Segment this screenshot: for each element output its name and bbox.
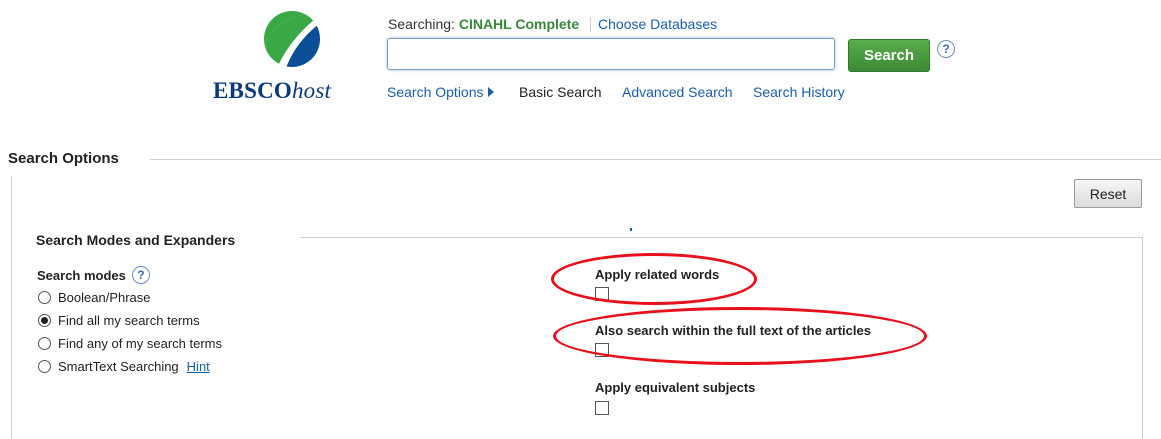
nav-search-history[interactable]: Search History bbox=[753, 84, 845, 100]
help-icon[interactable]: ? bbox=[937, 40, 955, 58]
apply-equivalent-subjects-label: Apply equivalent subjects bbox=[595, 380, 756, 395]
subsection-divider bbox=[300, 237, 1142, 238]
radio-button[interactable] bbox=[38, 291, 51, 304]
divider bbox=[590, 17, 592, 32]
nav-basic-search[interactable]: Basic Search bbox=[519, 84, 601, 100]
mode-find-all-terms[interactable]: Find all my search terms bbox=[38, 313, 200, 328]
apply-related-words-checkbox[interactable] bbox=[595, 287, 609, 301]
nav-advanced-search[interactable]: Advanced Search bbox=[622, 84, 733, 100]
hint-link[interactable]: Hint bbox=[187, 359, 210, 374]
reset-button[interactable]: Reset bbox=[1074, 179, 1142, 208]
ebsco-logo-icon bbox=[260, 10, 324, 68]
search-modes-label: Search modes ? bbox=[37, 266, 150, 284]
stray-mark bbox=[630, 228, 632, 231]
apply-related-words-label: Apply related words bbox=[595, 267, 720, 282]
full-text-search-label: Also search within the full text of the … bbox=[595, 323, 871, 338]
radio-button[interactable] bbox=[38, 360, 51, 373]
nav-search-options[interactable]: Search Options bbox=[387, 84, 494, 100]
subsection-border bbox=[1142, 237, 1143, 439]
section-border bbox=[11, 176, 12, 439]
database-name: CINAHL Complete bbox=[458, 16, 580, 32]
radio-button-selected[interactable] bbox=[38, 314, 51, 327]
radio-button[interactable] bbox=[38, 337, 51, 350]
searching-prefix: Searching: bbox=[388, 16, 455, 32]
modes-expanders-title: Search Modes and Expanders bbox=[36, 232, 236, 248]
full-text-search-checkbox[interactable] bbox=[595, 343, 609, 357]
apply-equivalent-subjects-checkbox[interactable] bbox=[595, 401, 609, 415]
search-options-title: Search Options bbox=[8, 150, 119, 167]
section-divider bbox=[150, 159, 1161, 160]
searching-database-line: Searching: CINAHL Complete Choose Databa… bbox=[388, 16, 717, 32]
choose-databases-link[interactable]: Choose Databases bbox=[598, 16, 717, 32]
ebsco-logo-text: EBSCOhost bbox=[213, 78, 332, 103]
search-button[interactable]: Search bbox=[848, 39, 930, 72]
mode-find-any-terms[interactable]: Find any of my search terms bbox=[38, 336, 222, 351]
mode-boolean-phrase[interactable]: Boolean/Phrase bbox=[38, 290, 151, 305]
search-input[interactable] bbox=[387, 38, 835, 70]
mode-smarttext[interactable]: SmartText Searching Hint bbox=[38, 359, 210, 374]
caret-right-icon bbox=[487, 87, 494, 97]
modes-help-icon[interactable]: ? bbox=[131, 266, 150, 284]
